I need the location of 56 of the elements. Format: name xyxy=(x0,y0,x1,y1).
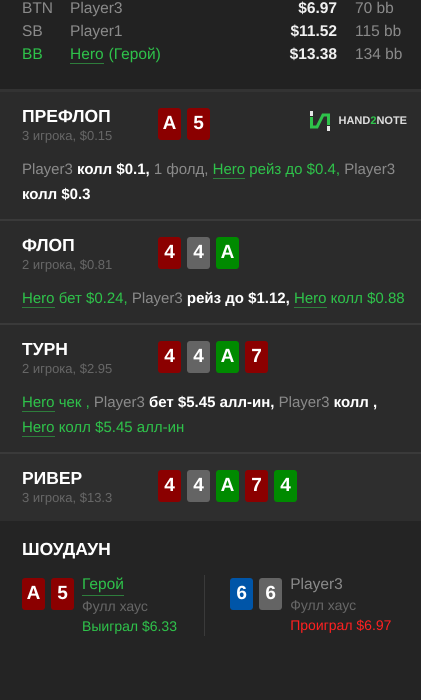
playing-card: 4 xyxy=(187,341,210,373)
playing-card: 6 xyxy=(259,578,282,610)
player-name: Player3 xyxy=(290,575,343,595)
playing-card: A xyxy=(22,578,45,610)
street-title: РИВЕР xyxy=(22,468,84,489)
playing-card: 6 xyxy=(230,578,254,610)
hand-combo: Фулл хаус xyxy=(290,596,356,615)
street-info: 2 игрока, $0.81 xyxy=(22,257,114,272)
hero-link[interactable]: Hero xyxy=(212,161,246,179)
playing-card: 4 xyxy=(158,237,181,269)
street-title: ПРЕФЛОП xyxy=(22,106,112,127)
street-title: ТУРН xyxy=(22,339,69,360)
playing-card: A xyxy=(158,108,181,140)
playing-card: 5 xyxy=(51,578,74,610)
hero-link[interactable]: Hero xyxy=(22,394,55,412)
action-log: Hero бет $0.24, Player3 рейз до $1.12, Hero колл $0.88 xyxy=(22,289,406,310)
stack-bb: 70 bb xyxy=(355,0,394,18)
hero-link[interactable]: Hero xyxy=(70,46,104,64)
stack-bb: 134 bb xyxy=(355,46,402,64)
street-title: ФЛОП xyxy=(22,235,76,256)
playing-card: 7 xyxy=(245,470,268,502)
playing-card: 4 xyxy=(187,470,210,502)
result-text: Проиграл $6.97 xyxy=(290,616,392,635)
playing-card: 7 xyxy=(245,341,268,373)
street-info: 3 игрока, $13.3 xyxy=(22,490,114,505)
stack-amount: $13.38 xyxy=(288,46,337,64)
showdown-title: ШОУДАУН xyxy=(22,539,112,560)
playing-card: 5 xyxy=(187,108,210,140)
action-log: Player3 колл $0.1, 1 фолд, Hero рейз до $0.4, Player3 колл $0.3 xyxy=(22,160,396,205)
player-name: Player1 xyxy=(70,23,123,40)
stack-bb: 115 bb xyxy=(355,23,402,41)
playing-card: A xyxy=(216,237,239,269)
street-info: 3 игрока, $0.15 xyxy=(22,128,114,143)
action-log: Hero чек , Player3 бет $5.45 алл-ин, Player3 колл , Hero колл $5.45 алл-ин xyxy=(22,393,378,439)
hero-link[interactable]: Hero xyxy=(22,290,55,308)
hero-link[interactable]: Hero xyxy=(294,290,326,308)
result-text: Выиграл $6.33 xyxy=(82,617,177,636)
logo-icon xyxy=(308,110,331,132)
hero-link[interactable]: Герой xyxy=(82,575,124,596)
hand-combo: Фулл хаус xyxy=(82,597,148,616)
position-label: BTN xyxy=(22,0,54,18)
playing-card: 4 xyxy=(158,341,181,373)
playing-card: A xyxy=(216,470,239,502)
player-name: Player3 xyxy=(70,0,123,17)
position-label: BB xyxy=(22,46,44,64)
stack-amount: $6.97 xyxy=(297,0,337,18)
playing-card: 4 xyxy=(158,470,181,502)
playing-card: 4 xyxy=(274,470,297,502)
logo-wordmark: HAND2NOTE xyxy=(338,115,407,127)
position-label: SB xyxy=(22,23,44,41)
hero-label: (Герой) xyxy=(108,46,161,63)
street-info: 2 игрока, $2.95 xyxy=(22,361,114,376)
playing-card: A xyxy=(216,341,239,373)
playing-card: 4 xyxy=(187,237,210,269)
hero-link[interactable]: Hero xyxy=(22,419,55,437)
stack-amount: $11.52 xyxy=(289,23,337,41)
